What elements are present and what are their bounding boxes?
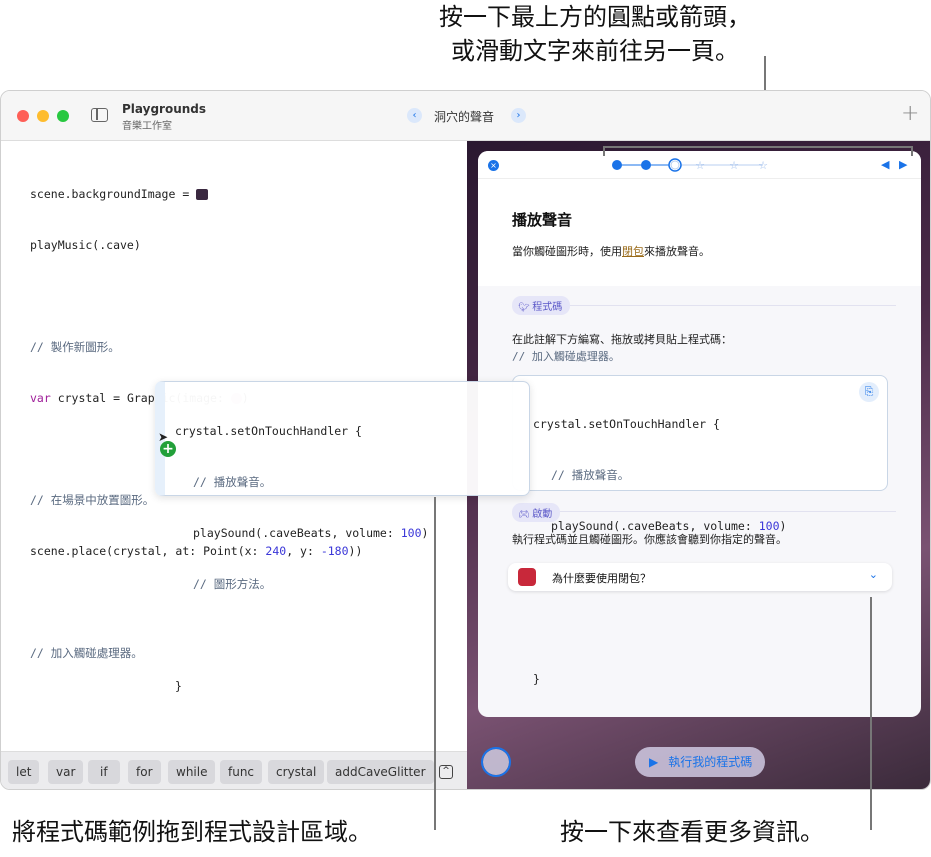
code-section-tag: 🐦︎ 程式碼 — [512, 296, 571, 315]
instruction-comment: // 加入觸碰處理器。 — [512, 350, 620, 363]
speed-meter-button[interactable] — [481, 747, 511, 777]
shortcut-while[interactable]: while — [168, 760, 216, 784]
run-my-code-button[interactable]: ▶ 執行我的程式碼 — [635, 747, 765, 777]
callout-bottom-left: 將程式碼範例拖到程式設計區域。 — [12, 818, 372, 846]
code-line: scene.backgroundImage = — [30, 187, 197, 201]
progress-dot-1 — [612, 160, 622, 170]
shortcut-let[interactable]: let — [8, 760, 40, 784]
chevron-down-icon: ⌄ — [868, 568, 878, 581]
progress-star-icon: ☆ — [695, 159, 705, 172]
card-title: 播放聲音 — [512, 211, 573, 229]
next-page-button[interactable]: › — [511, 108, 526, 123]
intro-part: 來播放聲音。 — [644, 245, 710, 258]
callout-bottom-right: 按一下來查看更多資訊。 — [560, 818, 824, 846]
card-header: × ☆ ☆ ☆ ◀ ▶ — [478, 151, 921, 179]
shortcut-for[interactable]: for — [128, 760, 161, 784]
shortcut-func[interactable]: func — [220, 760, 263, 784]
code-line: } — [175, 679, 182, 693]
guide-card: × ☆ ☆ ☆ ◀ ▶ 播放聲音 當你觸碰圖形時，使用閉包來播放聲音。 🐦︎ 程… — [478, 151, 921, 717]
previous-page-button[interactable]: ‹ — [407, 108, 422, 123]
code-line: playMusic(.cave) — [30, 238, 141, 252]
page-title: 洞穴的聲音 — [434, 110, 495, 124]
add-button[interactable]: + — [901, 101, 919, 126]
code-line: playSound(.caveBeats, volume: — [193, 526, 401, 540]
shortcut-if[interactable]: if — [88, 760, 120, 784]
code-comment: // 播放聲音。 — [193, 475, 272, 489]
previous-step-arrow-icon[interactable]: ◀ — [881, 158, 889, 171]
closure-link[interactable]: 閉包 — [622, 245, 644, 258]
background-image-icon — [196, 189, 209, 200]
code-line: crystal.setOnTouchHandler { — [175, 424, 362, 438]
code-line: } — [533, 672, 540, 686]
intro-part: 當你觸碰圖形時，使用 — [512, 245, 622, 258]
tag-label: 程式碼 — [532, 302, 563, 313]
instruction-text: 在此註解下方編寫、拖放或拷貝貼上程式碼： — [512, 333, 732, 346]
progress-dots[interactable]: ☆ ☆ ☆ — [608, 155, 778, 175]
progress-star-icon: ☆ — [758, 159, 768, 172]
tag-label: 啟動 — [532, 509, 553, 520]
copy-icon[interactable]: ⎘ — [859, 382, 879, 402]
live-view[interactable]: × ☆ ☆ ☆ ◀ ▶ 播放聲音 當你觸碰圖形時，使用閉包來播放聲音。 🐦︎ 程… — [467, 141, 930, 789]
progress-dot-2 — [641, 160, 651, 170]
run-label: 執行我的程式碼 — [668, 755, 753, 769]
disclosure-label: 為什麼要使用閉包？ — [552, 572, 651, 585]
run-instruction: 執行程式碼並且觸碰圖形。你應該會聽到你指定的聲音。 — [512, 533, 787, 546]
code-number: 100 — [400, 526, 422, 540]
shortcut-crystal[interactable]: crystal — [268, 760, 325, 784]
code-keyword: var — [30, 391, 51, 405]
next-step-arrow-icon[interactable]: ▶ — [899, 158, 907, 171]
progress-star-icon: ☆ — [729, 159, 739, 172]
close-guide-button[interactable]: × — [488, 160, 499, 171]
app-title: Playgrounds — [122, 102, 207, 116]
expand-shortcuts-icon[interactable]: ^ — [439, 765, 453, 779]
zoom-window-button[interactable] — [57, 110, 69, 122]
shortcut-bar: let var if for while func crystal addCav… — [1, 751, 467, 789]
callout-text: 按一下最上方的圓點或箭頭， — [439, 3, 751, 31]
intro-text: 當你觸碰圖形時，使用閉包來播放聲音。 — [512, 243, 710, 259]
disclosure-why-closures[interactable]: 為什麼要使用閉包？ ⌄ — [508, 563, 892, 591]
code-line: ) — [421, 526, 429, 540]
code-line: crystal.setOnTouchHandler { — [533, 417, 720, 431]
add-copy-icon: + — [160, 441, 176, 457]
play-icon: ▶ — [649, 755, 659, 769]
code-comment: // 圖形方法。 — [193, 577, 272, 591]
title-bar: Playgrounds 音樂工作室 ‹ 洞穴的聲音 › + — [1, 91, 930, 141]
intro-section: 播放聲音 當你觸碰圖形時，使用閉包來播放聲音。 — [478, 179, 921, 286]
code-example[interactable]: crystal.setOnTouchHandler { // 播放聲音。 pla… — [512, 375, 888, 686]
swift-icon: 🐦︎ — [518, 303, 533, 313]
code-comment: // 製作新圖形。 — [30, 340, 120, 354]
shortcut-var[interactable]: var — [48, 760, 84, 784]
callout-top: 按一下最上方的圓點或箭頭， 或滑動文字來前往另一頁。 — [439, 0, 751, 68]
callout-text: 或滑動文字來前往另一頁。 — [451, 37, 739, 65]
code-comment: // 播放聲音。 — [551, 468, 630, 482]
minimize-window-button[interactable] — [37, 110, 49, 122]
dragged-code-snippet[interactable]: crystal.setOnTouchHandler { // 播放聲音。 pla… — [155, 381, 530, 693]
sidebar-toggle-icon[interactable] — [91, 108, 108, 122]
shortcut-addcaveglitter[interactable]: addCaveGlitter — [327, 760, 434, 784]
close-window-button[interactable] — [17, 110, 29, 122]
app-subtitle: 音樂工作室 — [122, 121, 172, 132]
